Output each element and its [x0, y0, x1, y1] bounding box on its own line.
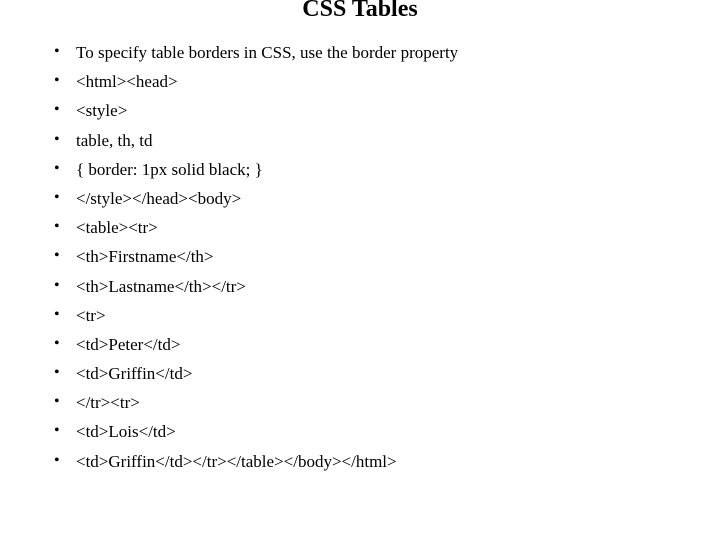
- list-item: <table><tr>: [50, 214, 680, 241]
- slide: CSS Tables To specify table borders in C…: [0, 0, 720, 540]
- slide-title: CSS Tables: [40, 0, 680, 23]
- list-item: <td>Griffin</td>: [50, 360, 680, 387]
- bullet-list: To specify table borders in CSS, use the…: [40, 39, 680, 475]
- list-item: <tr>: [50, 302, 680, 329]
- list-item: <th>Lastname</th></tr>: [50, 273, 680, 300]
- list-item: table, th, td: [50, 127, 680, 154]
- list-item: <style>: [50, 97, 680, 124]
- list-item: { border: 1px solid black; }: [50, 156, 680, 183]
- list-item: <th>Firstname</th>: [50, 243, 680, 270]
- list-item: <td>Peter</td>: [50, 331, 680, 358]
- list-item: <td>Lois</td>: [50, 418, 680, 445]
- list-item: </tr><tr>: [50, 389, 680, 416]
- list-item: </style></head><body>: [50, 185, 680, 212]
- list-item: To specify table borders in CSS, use the…: [50, 39, 680, 66]
- list-item: <html><head>: [50, 68, 680, 95]
- list-item: <td>Griffin</td></tr></table></body></ht…: [50, 448, 680, 475]
